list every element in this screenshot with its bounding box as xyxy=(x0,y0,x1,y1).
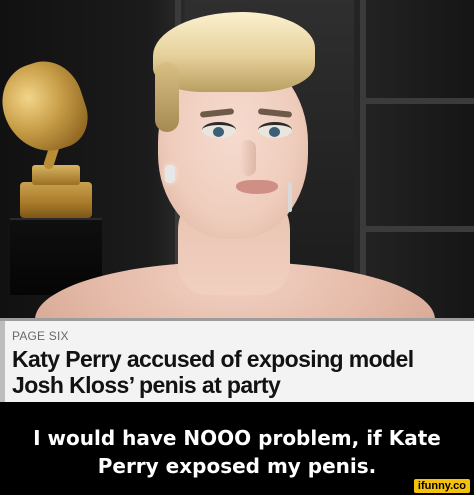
event-photo xyxy=(0,0,474,318)
article-card-left-bar xyxy=(0,321,5,402)
article-headline-line2: Josh Kloss’ penis at party xyxy=(12,372,281,398)
caption-area: I would have NOOO problem, if Kate Perry… xyxy=(0,402,474,495)
backdrop-right-panel xyxy=(354,0,474,318)
portrait-mouth xyxy=(236,180,278,194)
meme-frame: PAGE SIX Katy Perry accused of exposing … xyxy=(0,0,474,495)
backdrop-frame-line-bottom xyxy=(360,226,474,232)
article-headline-line1: Katy Perry accused of exposing model xyxy=(12,346,414,372)
portrait-earring-right xyxy=(288,182,292,212)
trophy-stand xyxy=(32,165,80,185)
backdrop-frame-line-right xyxy=(360,0,366,318)
portrait-earring-left xyxy=(165,165,175,183)
portrait-nose xyxy=(240,140,256,176)
portrait-left-eye xyxy=(202,122,236,138)
meme-caption-line1: I would have NOOO problem, if Kate xyxy=(33,426,441,450)
portrait-hair-side xyxy=(155,62,179,132)
meme-caption-line2: Perry exposed my penis. xyxy=(97,454,377,478)
portrait-right-iris xyxy=(269,127,280,137)
trophy-base xyxy=(20,182,92,218)
backdrop-frame-line-top xyxy=(360,98,474,104)
ifunny-watermark: ifunny.co xyxy=(413,479,470,493)
portrait-right-eye xyxy=(258,122,292,138)
article-card: PAGE SIX Katy Perry accused of exposing … xyxy=(0,318,474,402)
article-card-top-rule xyxy=(0,318,474,321)
portrait-left-iris xyxy=(213,127,224,137)
article-source: PAGE SIX xyxy=(12,329,69,343)
meme-caption: I would have NOOO problem, if Kate Perry… xyxy=(14,424,460,480)
article-headline: Katy Perry accused of exposing model Jos… xyxy=(12,346,467,398)
